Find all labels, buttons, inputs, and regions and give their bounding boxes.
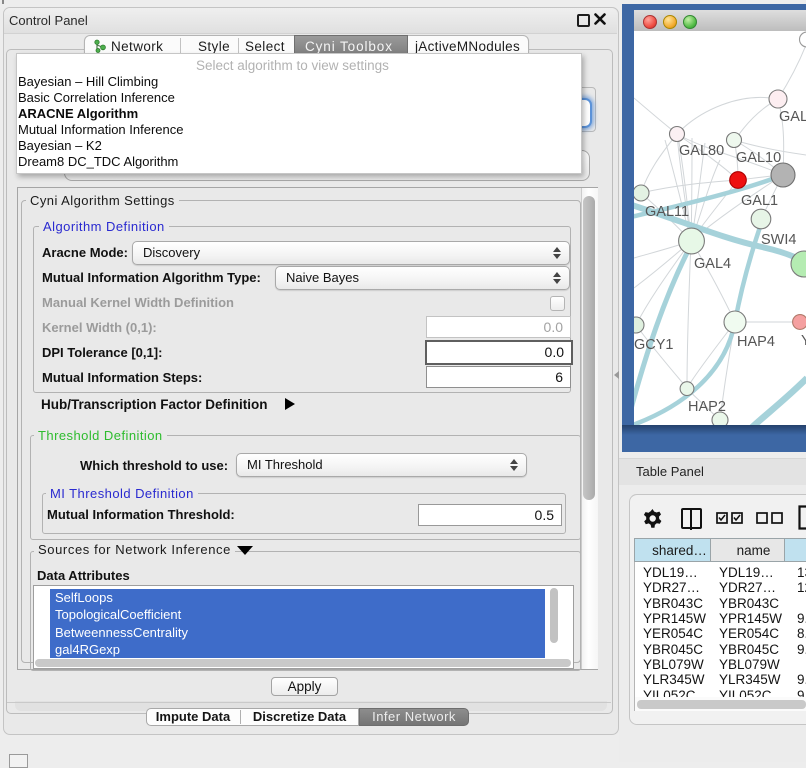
svg-text:SWI4: SWI4 <box>761 232 796 248</box>
svg-text:HAP2: HAP2 <box>688 399 726 415</box>
svg-text:GAL4: GAL4 <box>694 256 731 272</box>
svg-text:GCY1: GCY1 <box>634 337 674 353</box>
svg-text:HAP4: HAP4 <box>737 334 775 350</box>
svg-text:GAL80: GAL80 <box>679 143 724 159</box>
svg-text:GAL7: GAL7 <box>779 109 806 125</box>
svg-text:GAL10: GAL10 <box>736 150 781 166</box>
svg-text:GAL11: GAL11 <box>645 204 689 220</box>
svg-text:GAL1: GAL1 <box>741 193 778 209</box>
svg-text:Y: Y <box>801 333 806 349</box>
